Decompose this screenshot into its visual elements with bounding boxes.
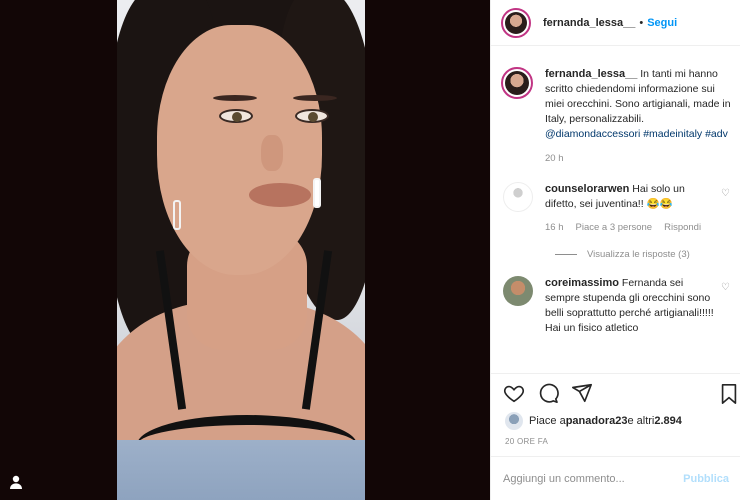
action-bar (491, 373, 740, 411)
comment-item: coreimassimo Fernanda sei sempre stupend… (501, 276, 731, 336)
comment-item: counselorarwen Hai solo un difetto, sei … (501, 182, 731, 235)
avatar[interactable] (501, 67, 533, 99)
post-side-panel: fernanda_lessa__ • Segui fernanda_lessa_… (490, 0, 740, 500)
photo-brow (293, 95, 337, 101)
user-icon[interactable] (8, 474, 24, 490)
view-replies-label: Visualizza le risposte (3) (587, 249, 690, 260)
likes-count[interactable]: 2.894 (654, 415, 682, 427)
likes-middle: e altri (627, 415, 655, 427)
photo-lips (249, 183, 311, 207)
heart-icon[interactable]: ♡ (721, 282, 731, 293)
comment-input[interactable] (503, 472, 684, 485)
mention-link[interactable]: @diamondaccessori (545, 128, 640, 140)
caption: fernanda_lessa__ In tanti mi hanno scrit… (501, 67, 731, 166)
avatar[interactable] (503, 276, 533, 306)
heart-icon[interactable] (503, 382, 525, 404)
view-replies-button[interactable]: Visualizza le risposte (3) (555, 249, 731, 260)
post-timestamp[interactable]: 20 ORE FA (505, 437, 548, 446)
photo-fabric (117, 440, 365, 500)
caption-username[interactable]: fernanda_lessa__ (545, 68, 637, 80)
photo-earring (173, 200, 181, 230)
post-modal: fernanda_lessa__ • Segui fernanda_lessa_… (0, 0, 740, 500)
comment-username[interactable]: coreimassimo (545, 277, 619, 289)
photo-nose (261, 135, 283, 171)
header-username[interactable]: fernanda_lessa__ (543, 17, 635, 29)
avatar[interactable] (501, 7, 531, 38)
comment-body: counselorarwen Hai solo un difetto, sei … (545, 182, 715, 235)
photo-earring (313, 178, 321, 208)
likes-prefix: Piace a (529, 415, 566, 427)
avatar[interactable] (503, 182, 533, 212)
comments-list[interactable]: fernanda_lessa__ In tanti mi hanno scrit… (491, 47, 740, 373)
share-icon[interactable] (571, 382, 593, 404)
replies-divider (555, 254, 577, 255)
likes-user[interactable]: panadora23 (566, 415, 628, 427)
comment-body: coreimassimo Fernanda sei sempre stupend… (545, 276, 715, 336)
comment-meta: 16 h Piace a 3 persone Rispondi (545, 220, 715, 235)
bookmark-icon[interactable] (719, 383, 739, 405)
post-video[interactable] (117, 0, 365, 500)
comment-username[interactable]: counselorarwen (545, 183, 629, 195)
publish-button[interactable]: Pubblica (683, 473, 729, 485)
photo-eye (295, 109, 329, 123)
hashtag-link[interactable]: #madeinitaly (643, 128, 702, 140)
reply-button[interactable]: Rispondi (664, 220, 701, 235)
follow-button[interactable]: Segui (647, 17, 677, 29)
comment-time[interactable]: 16 h (545, 220, 564, 235)
post-header: fernanda_lessa__ • Segui (491, 0, 740, 46)
caption-body: fernanda_lessa__ In tanti mi hanno scrit… (545, 67, 731, 166)
separator-dot: • (639, 16, 644, 29)
photo-eye (219, 109, 253, 123)
hashtag-link[interactable]: #adv (705, 128, 728, 140)
heart-icon[interactable]: ♡ (721, 188, 731, 199)
likes-summary: Piace a panadora23 e altri 2.894 (505, 412, 682, 430)
add-comment-bar: Pubblica (491, 456, 740, 500)
photo-face (157, 25, 337, 275)
caption-time[interactable]: 20 h (545, 151, 731, 166)
post-media (0, 0, 490, 500)
comment-likes[interactable]: Piace a 3 persone (576, 220, 653, 235)
comment-icon[interactable] (537, 382, 559, 404)
photo-brow (213, 95, 257, 101)
avatar[interactable] (505, 412, 523, 430)
